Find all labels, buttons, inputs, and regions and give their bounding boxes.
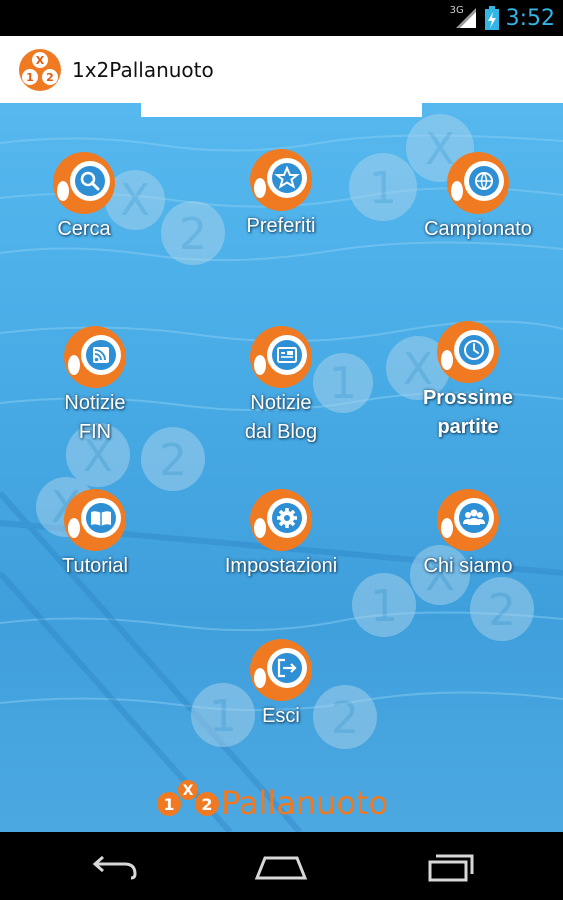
navigation-bar (0, 832, 563, 900)
battery-charging-icon (484, 6, 499, 30)
signal-icon: 3G (450, 5, 478, 30)
menu-item-campionato[interactable]: Campionato (403, 151, 553, 244)
svg-text:1: 1 (370, 581, 398, 632)
brand-logo: 1 X 2 Pallanuoto (157, 780, 388, 822)
star-icon (250, 149, 312, 211)
svg-text:2: 2 (179, 209, 207, 260)
menu-item-notizie-fin[interactable]: Notizie FIN (20, 325, 170, 447)
menu-label: Chi siamo (423, 555, 513, 577)
menu-label: Preferiti (246, 215, 316, 237)
action-bar: X 1 2 1x2Pallanuoto (0, 36, 563, 103)
svg-text:1: 1 (26, 71, 34, 84)
menu-label: Cerca (57, 218, 111, 240)
menu-item-impostazioni[interactable]: Impostazioni (206, 488, 356, 581)
menu-label: Campionato (424, 218, 532, 240)
search-icon (53, 152, 115, 214)
menu-item-prossime-partite[interactable]: Prossime partite (393, 320, 543, 442)
gear-icon (250, 489, 312, 551)
status-bar: 3G 3:52 (0, 0, 563, 36)
group-icon (437, 489, 499, 551)
menu-item-cerca[interactable]: Cerca (9, 151, 159, 244)
blog-icon (250, 326, 312, 388)
clock-icon (437, 321, 499, 383)
menu-item-esci[interactable]: Esci (206, 638, 356, 731)
home-icon[interactable] (251, 848, 311, 884)
status-clock: 3:52 (505, 5, 555, 31)
menu-item-notizie-blog[interactable]: Notizie dal Blog (206, 325, 356, 447)
svg-text:X: X (36, 54, 45, 67)
rss-icon (64, 326, 126, 388)
menu-label: Notizie FIN (64, 392, 126, 443)
ball-icon (447, 152, 509, 214)
brand-digit-2: 2 (201, 795, 212, 814)
app-logo-icon[interactable]: X 1 2 (18, 48, 62, 92)
menu-label: Esci (262, 705, 300, 727)
menu-label: Impostazioni (224, 555, 338, 577)
exit-icon (250, 639, 312, 701)
menu-label: Notizie dal Blog (244, 392, 318, 443)
recent-apps-icon[interactable] (420, 848, 480, 884)
status-icons: 3G 3:52 (450, 4, 555, 32)
svg-text:2: 2 (46, 71, 54, 84)
menu-item-chi-siamo[interactable]: Chi siamo (393, 488, 543, 581)
main-menu-screen: 1 X X 2 1 X X 2 X 1 X 2 1 2 Cerca Prefer… (0, 103, 563, 832)
menu-item-preferiti[interactable]: Preferiti (206, 148, 356, 241)
back-icon[interactable] (83, 848, 143, 884)
menu-label: Tutorial (62, 555, 128, 577)
menu-label: Prossime partite (422, 387, 514, 438)
brand-digit-1: 1 (163, 795, 174, 814)
app-title: 1x2Pallanuoto (72, 57, 214, 82)
menu-item-tutorial[interactable]: Tutorial (20, 488, 170, 581)
svg-text:2: 2 (488, 585, 516, 636)
brand-digit-x: X (183, 783, 194, 799)
brand-wordmark: Pallanuoto (221, 784, 388, 822)
book-icon (64, 489, 126, 551)
tab-indicator-strip (141, 103, 422, 117)
svg-text:1: 1 (369, 163, 397, 214)
